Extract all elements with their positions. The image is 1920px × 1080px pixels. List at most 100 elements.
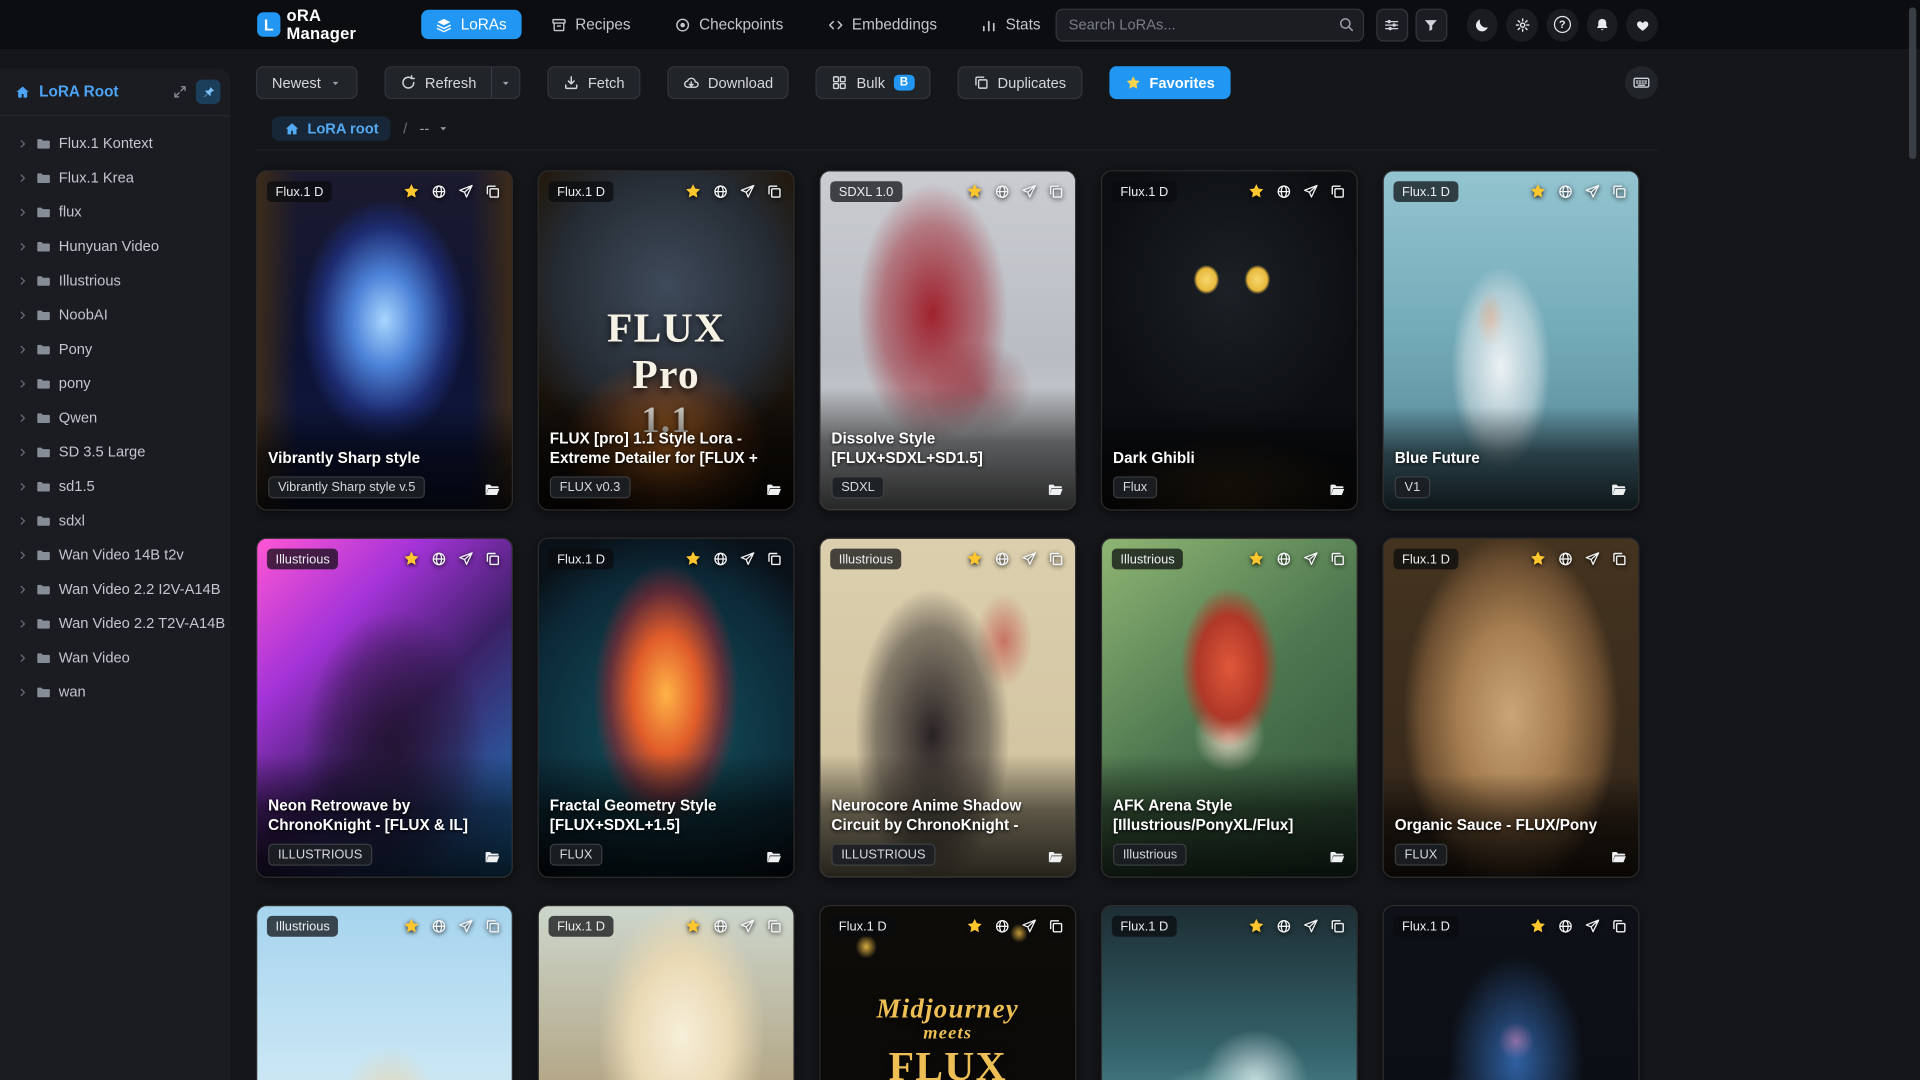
open-folder-icon[interactable]	[484, 849, 501, 866]
civitai-globe-icon[interactable]	[1558, 550, 1574, 566]
folder-item[interactable]: sd1.5	[0, 469, 230, 503]
favorites-filter-button[interactable]: Favorites	[1109, 66, 1231, 100]
favorite-star-icon[interactable]	[684, 917, 701, 934]
send-icon[interactable]	[458, 918, 474, 934]
favorite-star-icon[interactable]	[403, 550, 420, 567]
folder-item[interactable]: wan	[0, 675, 230, 709]
open-folder-icon[interactable]	[484, 481, 501, 498]
lora-card[interactable]: Flux.1 D Blue Future V1	[1382, 170, 1640, 511]
sidebar-root-label[interactable]: LoRA Root	[39, 83, 164, 100]
civitai-globe-icon[interactable]	[994, 550, 1010, 566]
breadcrumb-current[interactable]: --	[419, 120, 448, 137]
search-input[interactable]	[1055, 7, 1365, 42]
civitai-globe-icon[interactable]	[431, 550, 447, 566]
send-icon[interactable]	[1584, 183, 1600, 199]
civitai-globe-icon[interactable]	[431, 918, 447, 934]
nav-item-recipes[interactable]: Recipes	[536, 10, 645, 39]
pin-sidebar-button[interactable]	[195, 79, 221, 105]
send-icon[interactable]	[740, 550, 756, 566]
copy-icon[interactable]	[1048, 550, 1064, 566]
theme-toggle-button[interactable]	[1466, 7, 1498, 42]
breadcrumb-root[interactable]: LoRA root	[271, 116, 391, 141]
lora-card[interactable]: Flux.1 D Organic Sauce - FLUX/Pony FLUX	[1382, 537, 1640, 878]
lora-card[interactable]: Flux.1 D Vibrantly Sharp style Vibrantly S…	[255, 170, 514, 511]
folder-item[interactable]: Wan Video 2.2 I2V-A14B	[0, 572, 230, 606]
open-folder-icon[interactable]	[1047, 481, 1064, 498]
civitai-globe-icon[interactable]	[994, 183, 1010, 199]
favorite-star-icon[interactable]	[403, 917, 420, 934]
civitai-globe-icon[interactable]	[1276, 918, 1292, 934]
send-icon[interactable]	[740, 183, 756, 199]
open-folder-icon[interactable]	[1047, 849, 1064, 866]
refresh-button[interactable]: Refresh	[384, 66, 493, 100]
bulk-button[interactable]: Bulk B	[816, 66, 931, 100]
copy-icon[interactable]	[1048, 183, 1064, 199]
send-icon[interactable]	[1021, 918, 1037, 934]
favorite-star-icon[interactable]	[1248, 182, 1265, 199]
folder-item[interactable]: Flux.1 Kontext	[0, 126, 230, 160]
download-button[interactable]: Download	[667, 66, 790, 100]
civitai-globe-icon[interactable]	[1276, 183, 1292, 199]
copy-icon[interactable]	[1330, 183, 1346, 199]
favorite-star-icon[interactable]	[966, 182, 983, 199]
copy-icon[interactable]	[1330, 918, 1346, 934]
civitai-globe-icon[interactable]	[1276, 550, 1292, 566]
send-icon[interactable]	[1021, 183, 1037, 199]
folder-item[interactable]: Flux.1 Krea	[0, 160, 230, 194]
lora-card[interactable]: Illustrious AFK Arena Style [Illustrious/…	[1100, 537, 1358, 878]
send-icon[interactable]	[458, 550, 474, 566]
folder-item[interactable]: Qwen	[0, 400, 230, 434]
send-icon[interactable]	[1584, 550, 1600, 566]
open-folder-icon[interactable]	[1610, 849, 1627, 866]
send-icon[interactable]	[1021, 550, 1037, 566]
open-folder-icon[interactable]	[765, 849, 782, 866]
folder-item[interactable]: NoobAI	[0, 298, 230, 332]
favorite-star-icon[interactable]	[1529, 182, 1546, 199]
lora-card[interactable]: Flux.1 D Fractal Geometry Style [FLUX+SDX…	[537, 537, 795, 878]
refresh-menu-button[interactable]	[492, 66, 521, 100]
folder-item[interactable]: sdxl	[0, 503, 230, 537]
settings-button[interactable]	[1506, 7, 1538, 42]
lora-card[interactable]: FLUXPro1.1Flux.1 DFLUX [pro] 1.1 Style L…	[537, 170, 795, 511]
folder-item[interactable]: Hunyuan Video	[0, 229, 230, 263]
favorite-star-icon[interactable]	[1248, 550, 1265, 567]
civitai-globe-icon[interactable]	[713, 550, 729, 566]
app-logo[interactable]: L oRA Manager	[257, 6, 390, 43]
lora-card[interactable]: Midjourney meets FLUX Flux.1 D	[819, 904, 1077, 1080]
copy-icon[interactable]	[1048, 918, 1064, 934]
favorite-star-icon[interactable]	[684, 550, 701, 567]
copy-icon[interactable]	[1611, 183, 1627, 199]
copy-icon[interactable]	[767, 918, 783, 934]
filter-sliders-button[interactable]	[1376, 7, 1408, 42]
civitai-globe-icon[interactable]	[1558, 183, 1574, 199]
open-folder-icon[interactable]	[1610, 481, 1627, 498]
copy-icon[interactable]	[767, 550, 783, 566]
help-button[interactable]: ?	[1546, 7, 1578, 42]
send-icon[interactable]	[1303, 550, 1319, 566]
lora-card[interactable]: Flux.1 D	[1382, 904, 1640, 1080]
lora-card[interactable]: SDXL 1.0 Dissolve Style [FLUX+SDXL+SD1.5]…	[819, 170, 1077, 511]
favorites-heart-button[interactable]	[1626, 7, 1659, 42]
filter-funnel-button[interactable]	[1415, 7, 1447, 42]
open-folder-icon[interactable]	[1329, 481, 1346, 498]
favorite-star-icon[interactable]	[1529, 550, 1546, 567]
folder-item[interactable]: Pony	[0, 332, 230, 366]
notifications-button[interactable]	[1586, 7, 1618, 42]
civitai-globe-icon[interactable]	[994, 918, 1010, 934]
civitai-globe-icon[interactable]	[1558, 918, 1574, 934]
favorite-star-icon[interactable]	[966, 917, 983, 934]
send-icon[interactable]	[740, 918, 756, 934]
favorite-star-icon[interactable]	[403, 182, 420, 199]
civitai-globe-icon[interactable]	[713, 918, 729, 934]
copy-icon[interactable]	[485, 550, 501, 566]
lora-card[interactable]: Illustrious Neurocore Anime Shadow Circui…	[819, 537, 1077, 878]
sort-select[interactable]: Newest	[255, 66, 358, 100]
folder-item[interactable]: Wan Video 2.2 T2V-A14B	[0, 606, 230, 640]
scrollbar[interactable]	[1908, 7, 1917, 160]
favorite-star-icon[interactable]	[966, 550, 983, 567]
nav-item-checkpoints[interactable]: Checkpoints	[660, 10, 798, 39]
copy-icon[interactable]	[767, 183, 783, 199]
civitai-globe-icon[interactable]	[431, 183, 447, 199]
folder-item[interactable]: Illustrious	[0, 263, 230, 297]
lora-card[interactable]: Flux.1 D	[537, 904, 795, 1080]
